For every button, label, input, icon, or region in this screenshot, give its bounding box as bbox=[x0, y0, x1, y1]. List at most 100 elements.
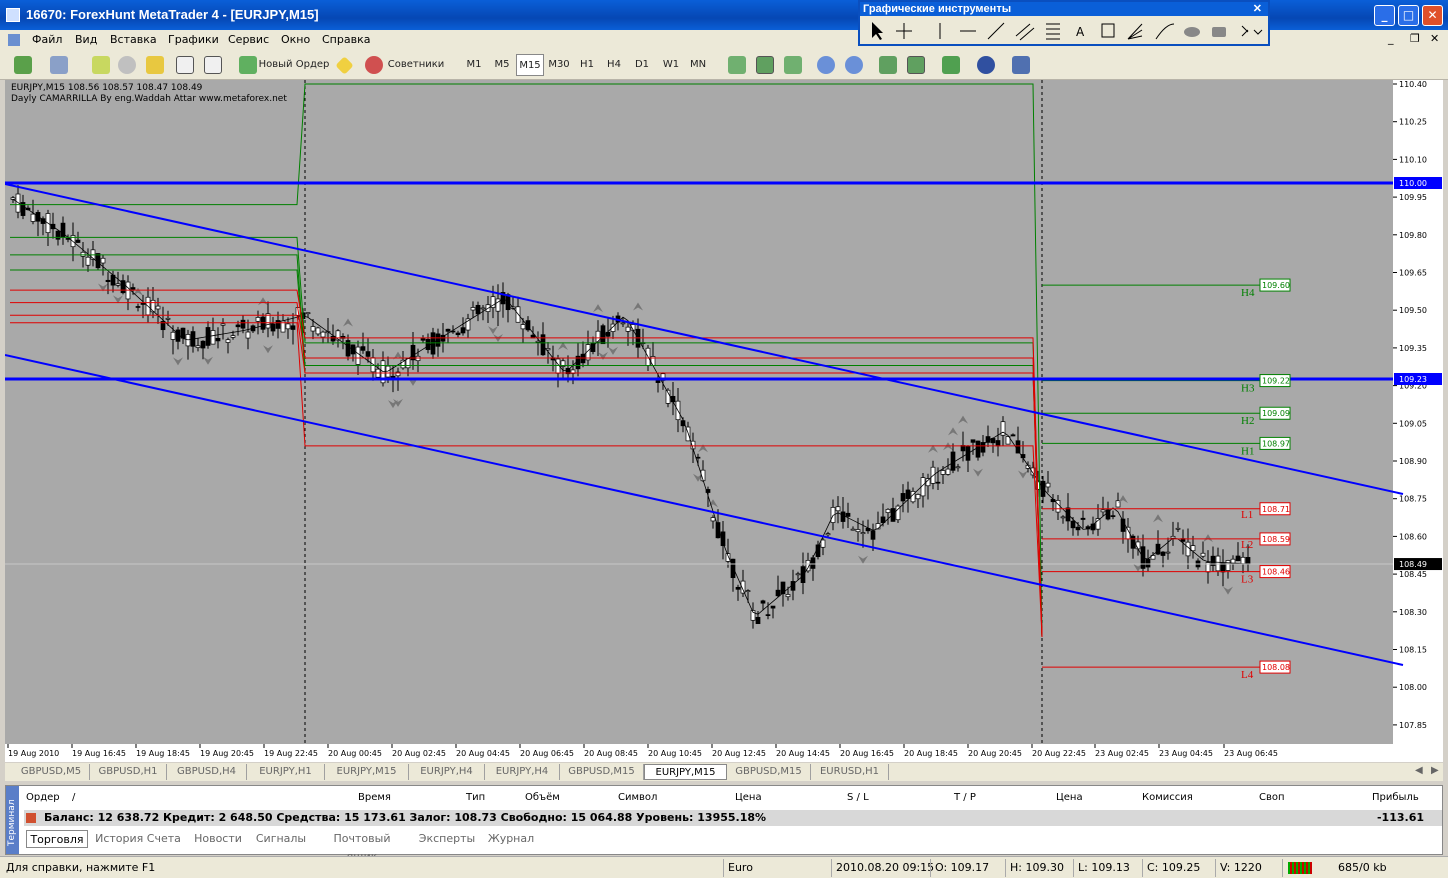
symbol-tab[interactable]: EURUSD,H1 bbox=[811, 764, 889, 780]
auto-scroll-icon[interactable] bbox=[879, 56, 897, 74]
tester-icon[interactable] bbox=[204, 56, 222, 74]
col-profit[interactable]: Прибыль bbox=[1372, 792, 1419, 803]
close-button[interactable]: ✕ bbox=[1422, 5, 1443, 26]
channel-icon bbox=[1015, 23, 1035, 41]
zoom-out-icon[interactable] bbox=[845, 56, 863, 74]
symbol-tab[interactable]: EURJPY,H1 bbox=[247, 764, 325, 780]
navigator-icon[interactable] bbox=[146, 56, 164, 74]
tf-mn[interactable]: MN bbox=[686, 54, 710, 76]
expert-diamond-icon[interactable] bbox=[335, 56, 354, 75]
col-order[interactable]: Ордер bbox=[26, 792, 60, 803]
terminal-tab[interactable]: Торговля bbox=[26, 830, 88, 848]
time-label: 23 Aug 06:45 bbox=[1224, 749, 1278, 758]
symbol-tab[interactable]: EURJPY,H4 bbox=[485, 764, 560, 780]
col-sl[interactable]: S / L bbox=[847, 792, 869, 803]
menu-tools[interactable]: Сервис bbox=[228, 33, 269, 46]
line-chart-icon[interactable] bbox=[784, 56, 802, 74]
symbol-tab[interactable]: GBPUSD,H4 bbox=[167, 764, 247, 780]
price-label: 110.25 bbox=[1399, 118, 1427, 127]
terminal-icon[interactable] bbox=[176, 56, 194, 74]
drawing-tools-toolbar: Графические инструменты ✕ A bbox=[858, 0, 1270, 46]
candle-body bbox=[775, 589, 781, 597]
price-marker-lower-label: 109.23 bbox=[1399, 375, 1427, 384]
menu-charts[interactable]: Графики bbox=[168, 33, 219, 46]
tab-scroll-left-icon[interactable]: ◀ bbox=[1415, 765, 1423, 776]
price-label: 109.65 bbox=[1399, 269, 1427, 278]
pivot-h2-label: H2 bbox=[1241, 415, 1254, 427]
symbol-tab[interactable]: GBPUSD,H1 bbox=[90, 764, 167, 780]
symbol-tab[interactable]: GBPUSD,M15 bbox=[560, 764, 644, 780]
tf-h4[interactable]: H4 bbox=[602, 54, 626, 76]
new-chart-icon[interactable] bbox=[14, 56, 32, 74]
profiles-icon[interactable] bbox=[50, 56, 68, 74]
tf-h1[interactable]: H1 bbox=[575, 54, 599, 76]
tf-d1[interactable]: D1 bbox=[630, 54, 654, 76]
candle-body bbox=[480, 307, 486, 310]
data-window-icon[interactable] bbox=[118, 56, 136, 74]
rectangle-icon bbox=[1212, 27, 1226, 37]
bar-chart-icon[interactable] bbox=[728, 56, 746, 74]
symbol-tab[interactable]: EURJPY,H4 bbox=[409, 764, 485, 780]
menu-view[interactable]: Вид bbox=[75, 33, 97, 46]
candle-body bbox=[745, 590, 751, 592]
pivot-value: 109.09 bbox=[1262, 409, 1290, 418]
candle-body bbox=[970, 439, 976, 443]
tf-m15[interactable]: M15 bbox=[516, 54, 544, 76]
terminal-tab[interactable]: Сигналы bbox=[251, 830, 311, 848]
col-volume[interactable]: Объём bbox=[525, 792, 560, 803]
menu-file[interactable]: Файл bbox=[32, 33, 62, 46]
chart-canvas[interactable]: H4 109.60 H3 109.22 H2 109.09 H1 108.97 L1 108.71… bbox=[4, 80, 1443, 762]
terminal-tab[interactable]: Эксперты bbox=[414, 830, 480, 848]
zoom-in-icon[interactable] bbox=[817, 56, 835, 74]
terminal-tab[interactable]: Журнал bbox=[486, 830, 536, 848]
col-commission[interactable]: Комиссия bbox=[1142, 792, 1193, 803]
tf-m30[interactable]: M30 bbox=[546, 54, 572, 76]
col-symbol[interactable]: Символ bbox=[618, 792, 657, 803]
col-time[interactable]: Время bbox=[358, 792, 391, 803]
col-price2[interactable]: Цена bbox=[1056, 792, 1083, 803]
symbol-tab[interactable]: EURJPY,M15 bbox=[644, 764, 727, 780]
text-tool-icon[interactable]: A bbox=[1076, 25, 1085, 39]
col-tp[interactable]: T / P bbox=[954, 792, 976, 803]
candle-body bbox=[695, 456, 701, 459]
tf-m5[interactable]: M5 bbox=[490, 54, 514, 76]
col-sort[interactable]: / bbox=[72, 792, 75, 803]
drawing-tools-close-icon[interactable]: ✕ bbox=[1253, 2, 1262, 16]
menu-insert[interactable]: Вставка bbox=[110, 33, 157, 46]
terminal-tab[interactable]: Почтовый ящик bbox=[317, 830, 407, 863]
time-label: 19 Aug 22:45 bbox=[264, 749, 318, 758]
experts-icon bbox=[365, 56, 383, 74]
menu-window[interactable]: Окно bbox=[281, 33, 310, 46]
symbol-tab[interactable]: GBPUSD,M15 bbox=[727, 764, 811, 780]
tab-scroll-right-icon[interactable]: ▶ bbox=[1431, 765, 1439, 776]
candle-body bbox=[225, 339, 231, 343]
symbol-tab[interactable]: EURJPY,M15 bbox=[325, 764, 409, 780]
terminal-tab[interactable]: История Счета bbox=[92, 830, 184, 848]
col-price[interactable]: Цена bbox=[735, 792, 762, 803]
symbol-tab[interactable]: GBPUSD,M5 bbox=[13, 764, 90, 780]
minimize-button[interactable]: _ bbox=[1374, 5, 1395, 26]
candle-body bbox=[310, 326, 316, 332]
candle-body bbox=[75, 239, 81, 243]
new-order-button[interactable]: Новый Ордер bbox=[258, 54, 330, 76]
templates-icon[interactable] bbox=[1012, 56, 1030, 74]
maximize-button[interactable]: □ bbox=[1398, 5, 1419, 26]
indicators-icon[interactable] bbox=[942, 56, 960, 74]
periods-clock-icon[interactable] bbox=[977, 56, 995, 74]
candle-chart-icon[interactable] bbox=[756, 56, 774, 74]
market-watch-icon[interactable] bbox=[92, 56, 110, 74]
child-close-button[interactable]: ✕ bbox=[1430, 32, 1439, 45]
terminal-tab[interactable]: Новости bbox=[190, 830, 246, 848]
child-restore-button[interactable]: ❐ bbox=[1410, 32, 1420, 45]
col-swap[interactable]: Своп bbox=[1259, 792, 1285, 803]
chart-shift-icon[interactable] bbox=[907, 56, 925, 74]
child-minimize-button[interactable]: _ bbox=[1388, 32, 1394, 45]
tf-w1[interactable]: W1 bbox=[659, 54, 683, 76]
menu-help[interactable]: Справка bbox=[322, 33, 370, 46]
tf-m1[interactable]: M1 bbox=[462, 54, 486, 76]
experts-button[interactable]: Советники bbox=[386, 54, 446, 76]
col-type[interactable]: Тип bbox=[466, 792, 485, 803]
price-chart[interactable]: H4 109.60 H3 109.22 H2 109.09 H1 108.97 L1 108.71… bbox=[4, 80, 1443, 762]
balance-row[interactable]: Баланс: 12 638.72 Кредит: 2 648.50 Средс… bbox=[24, 810, 1442, 826]
terminal-panel: Терминал Ордер / Время Тип Объём Символ … bbox=[5, 785, 1443, 863]
